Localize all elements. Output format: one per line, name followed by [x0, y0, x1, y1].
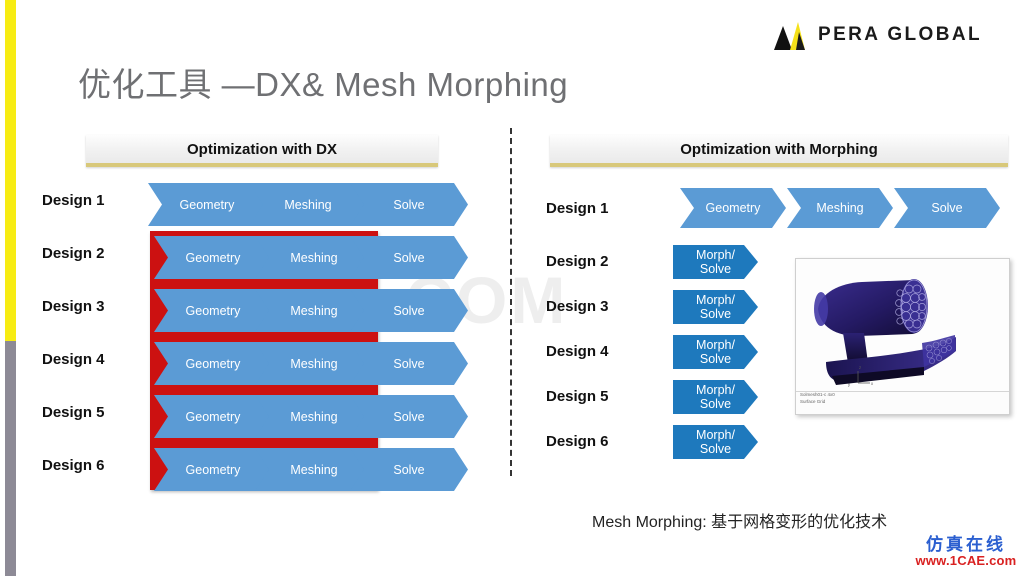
- morph-label-line1: Morph/: [696, 383, 735, 397]
- morph-chevron-morphsolve-2[interactable]: Morph/ Solve: [673, 245, 758, 279]
- morph-chevron-meshing-1[interactable]: Meshing: [787, 188, 893, 228]
- cfd-caption-line-1: Solmesh01-c 4x0: [800, 392, 835, 397]
- morph-row-label-5: Design 5: [546, 388, 609, 405]
- dx-chevron-solve-3[interactable]: Solve: [350, 289, 468, 332]
- panel-header-morphing-label: Optimization with Morphing: [680, 140, 878, 158]
- dx-row-label-3: Design 3: [42, 298, 105, 315]
- panel-header-morphing: Optimization with Morphing: [550, 135, 1008, 167]
- cfd-caption-line-2: Surface Grid: [800, 398, 826, 404]
- morph-label-line1: Morph/: [696, 338, 735, 352]
- cfd-image-caption: Solmesh01-c 4x0 Surface Grid: [796, 391, 1009, 414]
- morph-label-line2: Solve: [699, 352, 732, 366]
- morph-chevron-solve-1[interactable]: Solve: [894, 188, 1000, 228]
- morph-chevron-morphsolve-4[interactable]: Morph/ Solve: [673, 335, 758, 369]
- morph-chevron-morphsolve-6[interactable]: Morph/ Solve: [673, 425, 758, 459]
- dx-row-label-2: Design 2: [42, 245, 105, 262]
- cfd-surface-grid-image: z x y Solmesh01-c 4x0 Surface Grid: [795, 258, 1010, 415]
- watermark-brand-url: www.1CAE.com: [915, 552, 1017, 568]
- dx-chevron-solve-5[interactable]: Solve: [350, 395, 468, 438]
- dx-chevron-geometry-1[interactable]: Geometry: [148, 183, 266, 226]
- brand-logo: PERA GLOBAL: [772, 18, 980, 56]
- morph-label-line2: Solve: [699, 307, 732, 321]
- panel-header-dx-label: Optimization with DX: [187, 140, 337, 158]
- dx-chevron-geometry-2[interactable]: Geometry: [154, 236, 272, 279]
- left-accent-bar-gray: [5, 341, 16, 576]
- morph-label-line2: Solve: [699, 262, 732, 276]
- morph-chevron-morphsolve-3[interactable]: Morph/ Solve: [673, 290, 758, 324]
- dx-row-label-6: Design 6: [42, 457, 105, 474]
- morph-label-line1: Morph/: [696, 428, 735, 442]
- panel-divider: [510, 128, 512, 476]
- left-accent-bar-yellow: [5, 0, 16, 341]
- morph-chevron-geometry-1[interactable]: Geometry: [680, 188, 786, 228]
- dx-chevron-solve-4[interactable]: Solve: [350, 342, 468, 385]
- watermark-brand-cn: 仿真在线: [926, 535, 1006, 554]
- panel-header-dx: Optimization with DX: [86, 135, 438, 167]
- dx-chevron-meshing-1[interactable]: Meshing: [249, 183, 367, 226]
- dx-chevron-geometry-6[interactable]: Geometry: [154, 448, 272, 491]
- morph-label-line1: Morph/: [696, 293, 735, 307]
- dx-chevron-solve-1[interactable]: Solve: [350, 183, 468, 226]
- dx-row-label-4: Design 4: [42, 351, 105, 368]
- brand-logo-text: PERA GLOBAL: [818, 24, 982, 45]
- morph-row-label-1: Design 1: [546, 200, 609, 217]
- watermark-brand: 仿真在线 www.1CAE.com: [912, 536, 1020, 567]
- dx-chevron-geometry-3[interactable]: Geometry: [154, 289, 272, 332]
- morph-label-line2: Solve: [699, 397, 732, 411]
- svg-text:z: z: [859, 365, 861, 370]
- page-title: 优化工具 —DX& Mesh Morphing: [78, 66, 569, 103]
- dx-chevron-solve-6[interactable]: Solve: [350, 448, 468, 491]
- dx-row-label-1: Design 1: [42, 192, 105, 209]
- morph-label-line1: Morph/: [696, 248, 735, 262]
- morph-chevron-morphsolve-5[interactable]: Morph/ Solve: [673, 380, 758, 414]
- dx-chevron-solve-2[interactable]: Solve: [350, 236, 468, 279]
- dx-chevron-geometry-4[interactable]: Geometry: [154, 342, 272, 385]
- pera-triangle-logo-icon: [774, 22, 805, 50]
- morph-row-label-2: Design 2: [546, 253, 609, 270]
- morph-row-label-4: Design 4: [546, 343, 609, 360]
- dx-row-label-5: Design 5: [42, 404, 105, 421]
- mesh-morphing-caption: Mesh Morphing: 基于网格变形的优化技术: [592, 514, 888, 531]
- dx-chevron-geometry-5[interactable]: Geometry: [154, 395, 272, 438]
- morph-row-label-6: Design 6: [546, 433, 609, 450]
- morph-label-line2: Solve: [699, 442, 732, 456]
- morph-row-label-3: Design 3: [546, 298, 609, 315]
